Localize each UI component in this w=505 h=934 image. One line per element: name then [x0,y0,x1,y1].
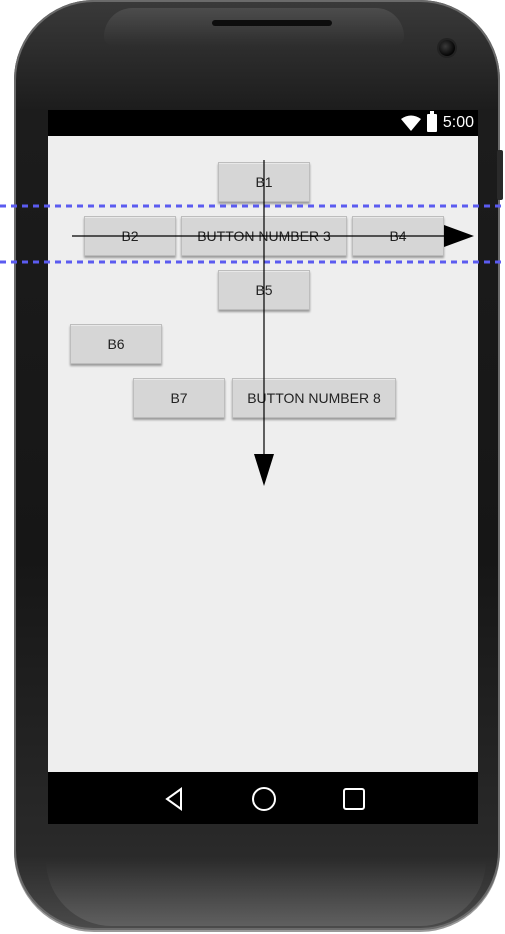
button-b1[interactable]: B1 [218,162,310,202]
button-b5[interactable]: B5 [218,270,310,310]
button-b6[interactable]: B6 [70,324,162,364]
back-icon[interactable] [161,786,187,812]
button-number-3[interactable]: BUTTON NUMBER 3 [181,216,347,256]
button-b2[interactable]: B2 [84,216,176,256]
wifi-icon [400,115,421,131]
power-button[interactable] [497,150,503,200]
status-bar: 5:00 [48,110,478,136]
status-time: 5:00 [442,114,474,131]
phone-chin [46,860,486,926]
battery-icon [426,111,437,132]
button-b4[interactable]: B4 [352,216,444,256]
recents-icon[interactable] [341,786,367,812]
front-camera [439,40,455,56]
phone-top-shine [104,8,404,46]
navigation-bar [48,772,478,824]
button-number-8[interactable]: BUTTON NUMBER 8 [232,378,396,418]
home-icon[interactable] [251,786,277,812]
button-b7[interactable]: B7 [133,378,225,418]
earpiece [212,20,332,26]
